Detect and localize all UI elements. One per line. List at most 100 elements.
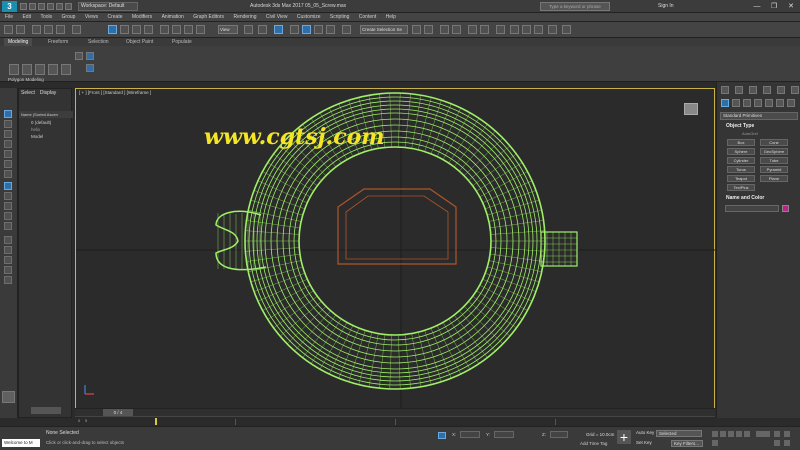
key-set-dropdown[interactable]: Selected xyxy=(656,430,702,437)
lights-icon[interactable] xyxy=(743,99,751,107)
auto-key-button[interactable]: Auto Key xyxy=(636,430,654,435)
select-manipulate-icon[interactable] xyxy=(258,25,267,34)
display-helpers-icon[interactable] xyxy=(4,160,12,168)
systems-icon[interactable] xyxy=(787,99,795,107)
viewcube-icon[interactable] xyxy=(684,103,698,115)
menu-content[interactable]: Content xyxy=(359,13,377,22)
geometry-icon[interactable] xyxy=(721,99,729,107)
undo-icon[interactable] xyxy=(47,3,54,10)
project-icon[interactable] xyxy=(65,3,72,10)
select-icon[interactable] xyxy=(4,110,12,118)
menu-tools[interactable]: Tools xyxy=(40,13,52,22)
bind-space-warp-icon[interactable] xyxy=(56,25,65,34)
helpers-icon[interactable] xyxy=(765,99,773,107)
display-shapes-icon[interactable] xyxy=(4,130,12,138)
pivot-center-icon[interactable] xyxy=(244,25,253,34)
ribbon-tool-icon[interactable] xyxy=(22,64,32,75)
x-coord-field[interactable] xyxy=(460,431,480,438)
shapes-icon[interactable] xyxy=(732,99,740,107)
cameras-icon[interactable] xyxy=(754,99,762,107)
hierarchy-icon[interactable] xyxy=(4,182,12,190)
save-file-icon[interactable] xyxy=(38,3,45,10)
maximize-button[interactable]: ❐ xyxy=(768,2,780,11)
close-button[interactable]: ✕ xyxy=(785,2,797,11)
open-file-icon[interactable] xyxy=(29,3,36,10)
tab-populate[interactable]: Populate xyxy=(168,38,196,46)
cylinder-button[interactable]: Cylinder xyxy=(727,157,755,164)
pan-icon[interactable] xyxy=(774,440,780,446)
motion-tab-icon[interactable] xyxy=(763,86,771,94)
tab-selection[interactable]: Selection xyxy=(84,38,113,46)
display-warps-icon[interactable] xyxy=(4,170,12,178)
lock-icon[interactable] xyxy=(4,236,12,244)
name-and-color-rollout[interactable]: Name and Color xyxy=(720,194,798,202)
sync-icon[interactable] xyxy=(4,246,12,254)
plus-icon[interactable]: + xyxy=(617,430,631,444)
object-name-input[interactable] xyxy=(725,205,779,212)
isolate-selection-icon[interactable] xyxy=(438,432,446,439)
sign-in-button[interactable]: Sign In xyxy=(658,3,674,9)
go-to-start-icon[interactable] xyxy=(712,431,718,437)
schematic-view-icon[interactable] xyxy=(480,25,489,34)
primitive-type-dropdown[interactable]: Standard Primitives xyxy=(720,112,798,120)
current-frame-field[interactable] xyxy=(756,431,770,437)
render-in-cloud-icon[interactable] xyxy=(548,25,557,34)
torus-button[interactable]: Torus xyxy=(727,166,755,173)
material-editor-icon[interactable] xyxy=(496,25,505,34)
curve-editor-icon[interactable] xyxy=(468,25,477,34)
menu-graph-editors[interactable]: Graph Editors xyxy=(193,13,224,22)
ribbon-tool-icon[interactable] xyxy=(9,64,19,75)
ribbon-tool-icon[interactable] xyxy=(86,64,94,72)
display-none-icon[interactable] xyxy=(4,212,12,220)
select-object-icon[interactable] xyxy=(108,25,117,34)
ribbon-tool-icon[interactable] xyxy=(48,64,58,75)
redo-icon[interactable] xyxy=(16,25,25,34)
layers-icon[interactable] xyxy=(4,192,12,200)
render-setup-icon[interactable] xyxy=(510,25,519,34)
selection-filter-icon[interactable] xyxy=(72,25,81,34)
go-to-end-icon[interactable] xyxy=(744,431,750,437)
undo-icon[interactable] xyxy=(4,25,13,34)
filter-icon[interactable] xyxy=(4,266,12,274)
app-logo[interactable]: 3 xyxy=(2,1,17,12)
key-marker[interactable] xyxy=(155,418,157,425)
geosphere-button[interactable]: GeoSphere xyxy=(760,148,788,155)
new-file-icon[interactable] xyxy=(20,3,27,10)
space-warps-icon[interactable] xyxy=(776,99,784,107)
play-icon[interactable] xyxy=(728,431,734,437)
time-configuration-icon[interactable] xyxy=(712,440,718,446)
ribbon-tool-icon[interactable] xyxy=(75,52,83,60)
reference-coordinate-dropdown[interactable]: View xyxy=(218,25,238,34)
rendered-frame-window-icon[interactable] xyxy=(522,25,531,34)
scale-icon[interactable] xyxy=(184,25,193,34)
select-by-name-icon[interactable] xyxy=(120,25,129,34)
z-coord-field[interactable] xyxy=(550,431,568,438)
create-tab-icon[interactable] xyxy=(721,86,729,94)
ribbon-tool-icon[interactable] xyxy=(86,52,94,60)
textplus-button[interactable]: TextPlus xyxy=(727,184,755,191)
display-cameras-icon[interactable] xyxy=(4,150,12,158)
link-icon[interactable] xyxy=(32,25,41,34)
box-button[interactable]: Box xyxy=(727,139,755,146)
align-icon[interactable] xyxy=(424,25,433,34)
next-frame-icon[interactable] xyxy=(736,431,742,437)
find-icon[interactable] xyxy=(4,256,12,264)
menu-group[interactable]: Group xyxy=(62,13,76,22)
track-bar[interactable]: 0 5 xyxy=(75,416,715,426)
workspace-dropdown[interactable]: Workspace: Default xyxy=(78,2,138,11)
explorer-scroll-bar[interactable] xyxy=(31,407,61,414)
menu-views[interactable]: Views xyxy=(85,13,98,22)
plane-button[interactable]: Plane xyxy=(760,175,788,182)
display-tab-icon[interactable] xyxy=(777,86,785,94)
a360-gallery-icon[interactable] xyxy=(562,25,571,34)
time-slider-thumb[interactable]: 0 / 4 xyxy=(103,409,133,416)
menu-animation[interactable]: Animation xyxy=(162,13,184,22)
minimize-button[interactable]: — xyxy=(751,2,763,11)
previous-frame-icon[interactable] xyxy=(720,431,726,437)
display-all-icon[interactable] xyxy=(4,202,12,210)
move-icon[interactable] xyxy=(160,25,169,34)
keyboard-shortcut-override-icon[interactable] xyxy=(274,25,283,34)
tab-freeform[interactable]: Freeform xyxy=(44,38,72,46)
polygon-modeling-label[interactable]: Polygon Modeling xyxy=(8,77,44,82)
ribbon-tool-icon[interactable] xyxy=(35,64,45,75)
